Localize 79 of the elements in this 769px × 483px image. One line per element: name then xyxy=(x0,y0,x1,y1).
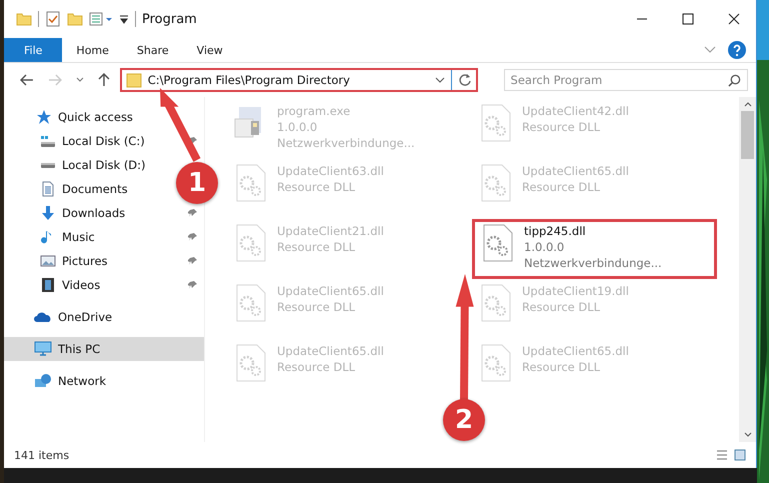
file-name: tipp245.dll xyxy=(524,223,587,239)
sidebar-item[interactable]: Local Disk (C:) xyxy=(62,134,145,148)
file-detail: Resource DLL xyxy=(522,299,602,315)
file-name: UpdateClient65.dll xyxy=(277,343,384,359)
maximize-icon[interactable] xyxy=(682,13,694,25)
pin-icon[interactable] xyxy=(188,280,198,290)
file-name: UpdateClient65.dll xyxy=(277,283,384,299)
file-name: program.exe xyxy=(277,103,352,119)
file-detail: Netzwerkverbindunge... xyxy=(524,255,662,271)
search-icon[interactable] xyxy=(728,74,741,87)
ribbon-tab[interactable]: Share xyxy=(122,38,183,62)
file-name: UpdateClient63.dll xyxy=(277,163,384,179)
sidebar-item[interactable]: Network xyxy=(4,369,204,393)
large-icons-view-icon[interactable] xyxy=(734,449,746,461)
file-name: UpdateClient65.dll xyxy=(522,163,629,179)
details-view-icon[interactable] xyxy=(716,449,728,461)
sidebar-item[interactable]: Videos xyxy=(62,278,100,292)
file-name: UpdateClient21.dll xyxy=(277,223,384,239)
file-detail: Resource DLL xyxy=(522,119,602,135)
view-icon[interactable] xyxy=(89,11,113,27)
file-detail: 1.0.0.0 xyxy=(277,119,318,135)
window-title: Program xyxy=(142,12,197,26)
sidebar-item[interactable]: Local Disk (D:) xyxy=(62,158,146,172)
back-icon[interactable] xyxy=(20,74,34,86)
up-icon[interactable] xyxy=(98,73,110,87)
star-icon xyxy=(36,109,52,125)
file-name: UpdateClient65.dll xyxy=(522,343,629,359)
file-detail: Resource DLL xyxy=(277,239,356,255)
file-detail: 1.0.0.0 xyxy=(524,239,566,255)
dropdown-caret-icon[interactable] xyxy=(434,77,445,83)
drive-icon xyxy=(40,134,56,148)
properties-icon[interactable] xyxy=(45,11,61,27)
address-path: C:\Program Files\Program Directory xyxy=(148,73,351,87)
sidebar-item[interactable]: Downloads xyxy=(62,206,126,220)
scrollbar-thumb[interactable] xyxy=(741,111,754,159)
film-icon xyxy=(40,277,56,293)
file-detail: Resource DLL xyxy=(277,359,356,375)
pin-icon[interactable] xyxy=(188,208,198,218)
sidebar-item[interactable]: This PC xyxy=(4,337,204,361)
sidebar-item[interactable]: Quick access xyxy=(4,105,204,129)
pin-icon[interactable] xyxy=(188,136,198,146)
help-icon[interactable] xyxy=(728,41,746,59)
refresh-icon[interactable] xyxy=(458,73,472,87)
item-count: 141 items xyxy=(14,448,70,462)
scrollbar[interactable] xyxy=(739,97,756,442)
sidebar-item[interactable]: Pictures xyxy=(62,254,108,268)
scroll-up-icon[interactable] xyxy=(744,101,752,107)
pin-icon[interactable] xyxy=(188,232,198,242)
new-folder-icon[interactable] xyxy=(67,11,83,27)
file-name: UpdateClient19.dll xyxy=(522,283,629,299)
sidebar-item[interactable]: OneDrive xyxy=(4,305,204,329)
file-detail: Resource DLL xyxy=(277,299,356,315)
file-name: UpdateClient42.dll xyxy=(522,103,629,119)
ribbon-tab[interactable]: File xyxy=(4,38,62,62)
address-bar[interactable]: C:\Program Files\Program Directory xyxy=(120,68,478,92)
pictures-icon xyxy=(40,253,56,269)
sidebar-item[interactable]: Music xyxy=(62,230,95,244)
ribbon-tab[interactable]: View xyxy=(182,38,237,62)
folder-icon[interactable] xyxy=(16,11,32,27)
ribbon-tab[interactable]: Home xyxy=(62,38,123,62)
drive-icon xyxy=(40,162,56,168)
recent-caret-icon[interactable] xyxy=(76,77,84,83)
download-icon xyxy=(40,205,56,221)
file-detail: Resource DLL xyxy=(522,359,602,375)
highlighted-file-item[interactable]: tipp245.dll 1.0.0.0 Netzwerkverbindunge... xyxy=(472,219,717,279)
file-detail: Netzwerkverbindunge... xyxy=(277,135,415,151)
document-icon xyxy=(40,181,56,197)
sidebar-item[interactable]: Documents xyxy=(62,182,128,196)
search-field[interactable]: Search Program xyxy=(504,69,748,91)
pin-icon[interactable] xyxy=(188,256,198,266)
expand-ribbon-icon[interactable] xyxy=(704,46,716,54)
cloud-icon xyxy=(34,311,52,323)
folder-icon xyxy=(126,72,142,88)
network-icon xyxy=(34,373,52,389)
computer-icon xyxy=(34,341,52,357)
file-detail: Resource DLL xyxy=(277,179,356,195)
file-detail: Resource DLL xyxy=(522,179,602,195)
close-icon[interactable] xyxy=(728,13,740,25)
scroll-down-icon[interactable] xyxy=(744,432,752,438)
